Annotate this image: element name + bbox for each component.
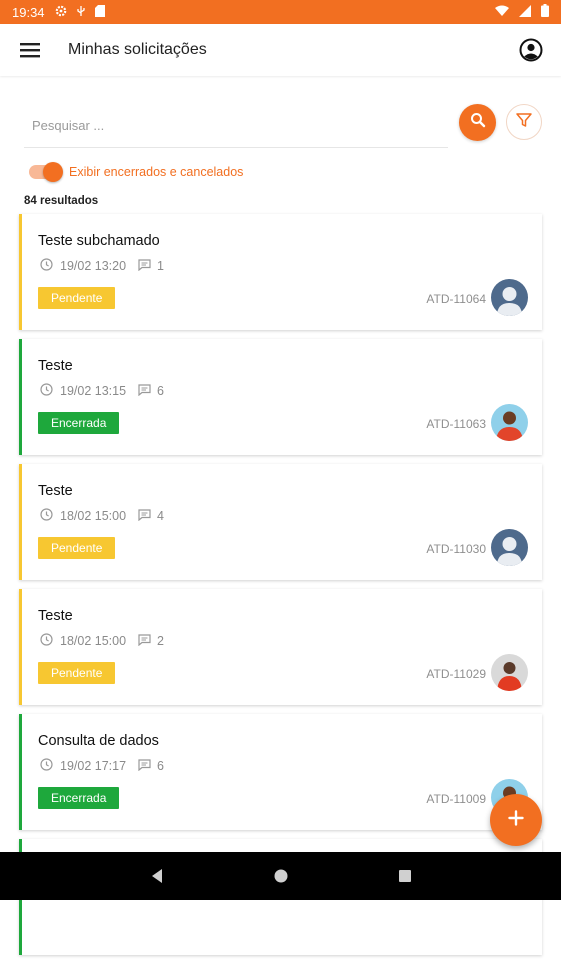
ticket-id: ATD-11064 [426,292,486,306]
usb-icon [75,5,87,20]
clock-icon [40,508,53,524]
ticket-card[interactable]: Consulta de dados 19/02 17:17 6 Encerrad… [19,714,542,830]
clock-icon [40,258,53,274]
ticket-title: Consulta de dados [38,733,159,749]
ticket-meta: 19/02 17:17 6 [40,758,164,774]
ticket-comment-count: 6 [157,384,164,398]
ticket-datetime: 18/02 15:00 [60,634,127,648]
clock-icon [40,758,53,774]
app-bar: Minhas solicitações [0,24,561,76]
status-badge: Pendente [38,662,116,684]
battery-icon [541,4,549,20]
clock-icon [40,633,53,649]
filter-button[interactable] [506,104,542,140]
status-time: 19:34 [12,4,45,20]
search-button[interactable] [459,104,496,141]
ticket-meta: 19/02 13:15 6 [40,383,164,399]
ticket-card[interactable]: Teste subchamado 19/02 13:20 1 Pendente … [19,214,542,330]
avatar [491,529,528,566]
ticket-comment-count: 4 [157,509,164,523]
avatar [491,654,528,691]
page-title: Minhas solicitações [68,41,207,58]
ticket-comment-count: 6 [157,759,164,773]
wifi-icon [495,5,509,20]
ticket-comment-count: 1 [157,259,164,273]
account-circle-icon[interactable] [517,36,545,64]
show-closed-toggle-row: Exibir encerrados e cancelados [29,162,244,182]
comment-icon [138,633,151,649]
ticket-card[interactable]: Teste 18/02 15:00 2 Pendente ATD-11029 [19,589,542,705]
ticket-card[interactable]: Teste 19/02 13:15 6 Encerrada ATD-11063 [19,339,542,455]
show-closed-toggle[interactable] [29,162,63,182]
settings-gear-icon [55,5,67,20]
system-nav-bar [0,852,561,900]
recents-icon[interactable] [393,864,417,888]
comment-icon [138,508,151,524]
ticket-id: ATD-11030 [426,542,486,556]
ticket-datetime: 19/02 13:20 [60,259,127,273]
ticket-id: ATD-11063 [426,417,486,431]
ticket-datetime: 18/02 15:00 [60,509,127,523]
comment-icon [138,758,151,774]
ticket-title: Teste [38,358,73,374]
search-icon [470,112,486,133]
home-icon[interactable] [269,864,293,888]
ticket-datetime: 19/02 13:15 [60,384,127,398]
ticket-datetime: 19/02 17:17 [60,759,127,773]
sd-card-icon [94,4,105,20]
status-badge: Encerrada [38,412,120,434]
status-badge: Encerrada [38,787,120,809]
back-icon[interactable] [145,864,169,888]
comment-icon [138,258,151,274]
avatar [491,404,528,441]
comment-icon [138,383,151,399]
ticket-meta: 18/02 15:00 2 [40,633,164,649]
toggle-label: Exibir encerrados e cancelados [69,165,244,179]
ticket-title: Teste [38,483,73,499]
status-right [495,4,549,20]
filter-icon [515,111,533,134]
status-bar: 19:34 [0,0,561,24]
ticket-comment-count: 2 [157,634,164,648]
ticket-meta: 18/02 15:00 4 [40,508,164,524]
ticket-title: Teste subchamado [38,233,160,249]
signal-icon [519,4,531,20]
add-ticket-button[interactable] [490,794,542,846]
toggle-knob [43,162,63,182]
ticket-title: Teste [38,608,73,624]
status-badge: Pendente [38,287,116,309]
ticket-id: ATD-11009 [426,792,486,806]
search-input[interactable] [24,104,448,148]
clock-icon [40,383,53,399]
hamburger-icon[interactable] [16,36,44,64]
ticket-id: ATD-11029 [426,667,486,681]
ticket-meta: 19/02 13:20 1 [40,258,164,274]
status-badge: Pendente [38,537,116,559]
avatar [491,279,528,316]
ticket-card[interactable]: Teste 18/02 15:00 4 Pendente ATD-11030 [19,464,542,580]
results-count: 84 resultados [24,195,99,207]
plus-icon [508,809,524,831]
